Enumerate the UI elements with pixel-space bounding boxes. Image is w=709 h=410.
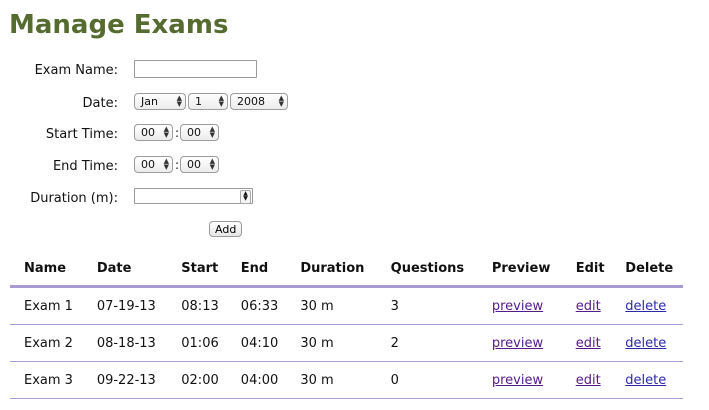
edit-link[interactable]: edit xyxy=(576,373,601,388)
spinner-arrows-icon[interactable]: ▲ ▼ xyxy=(240,190,251,204)
exam-name-label: Exam Name: xyxy=(34,63,118,78)
column-header: Start xyxy=(167,252,227,288)
date-day-select[interactable]: 1 ▲ ▼ xyxy=(188,93,228,110)
updown-arrows-icon: ▲ ▼ xyxy=(176,94,182,108)
exam-start-cell: 08:13 xyxy=(167,286,227,325)
column-header: Name xyxy=(10,252,83,288)
exams-table: Name Date Start End Duration Questions P… xyxy=(10,252,683,399)
date-row: Date: Jan ▲ ▼ 1 ▲ ▼ 2008 ▲ ▼ xyxy=(0,93,709,115)
add-button[interactable]: Add xyxy=(209,221,243,237)
delete-link[interactable]: delete xyxy=(625,299,666,314)
exam-name-row: Exam Name: xyxy=(0,60,709,82)
end-hour-select[interactable]: 00 ▲ ▼ xyxy=(134,156,173,173)
column-header: Date xyxy=(82,252,168,288)
table-header-row: Name Date Start End Duration Questions P… xyxy=(10,252,683,288)
time-separator: : xyxy=(175,125,180,140)
exam-name-cell: Exam 3 xyxy=(10,361,83,399)
exam-date-cell: 08-18-13 xyxy=(82,324,168,362)
exam-end-cell: 04:00 xyxy=(226,361,287,399)
column-header: Duration xyxy=(286,252,377,288)
edit-link[interactable]: edit xyxy=(576,299,601,314)
exam-duration-cell: 30 m xyxy=(286,361,377,399)
preview-link[interactable]: preview xyxy=(492,373,543,388)
delete-link[interactable]: delete xyxy=(625,373,666,388)
date-month-value: Jan xyxy=(141,95,158,108)
exam-date-cell: 09-22-13 xyxy=(82,361,168,399)
column-header: Preview xyxy=(477,252,562,288)
duration-input[interactable]: ▲ ▼ xyxy=(134,188,253,204)
date-day-value: 1 xyxy=(195,95,202,108)
date-year-value: 2008 xyxy=(237,95,265,108)
end-time-row: End Time: 00 ▲ ▼ : 00 ▲ ▼ xyxy=(0,156,709,178)
date-label: Date: xyxy=(82,96,118,111)
exam-end-cell: 06:33 xyxy=(226,286,287,325)
exam-end-cell: 04:10 xyxy=(226,324,287,362)
delete-link[interactable]: delete xyxy=(625,336,666,351)
date-month-select[interactable]: Jan ▲ ▼ xyxy=(134,93,186,110)
exam-date-cell: 07-19-13 xyxy=(82,286,168,325)
exam-questions-cell: 3 xyxy=(376,286,478,325)
table-row: Exam 3 09-22-13 02:00 04:00 30 m 0 previ… xyxy=(10,361,683,399)
duration-row: Duration (m): ▲ ▼ xyxy=(0,188,709,210)
column-header: End xyxy=(226,252,287,288)
preview-link[interactable]: preview xyxy=(492,336,543,351)
column-header: Questions xyxy=(376,252,478,288)
updown-arrows-icon: ▲ ▼ xyxy=(278,94,284,108)
end-hour-value: 00 xyxy=(141,158,155,171)
exam-questions-cell: 0 xyxy=(376,361,478,399)
page-title: Manage Exams xyxy=(9,10,229,40)
start-hour-value: 00 xyxy=(141,126,155,139)
exam-duration-cell: 30 m xyxy=(286,324,377,362)
end-minute-select[interactable]: 00 ▲ ▼ xyxy=(180,156,220,173)
updown-arrows-icon: ▲ ▼ xyxy=(218,94,224,108)
start-minute-value: 00 xyxy=(187,126,202,139)
exam-start-cell: 02:00 xyxy=(167,361,227,399)
date-year-select[interactable]: 2008 ▲ ▼ xyxy=(230,93,288,110)
start-minute-select[interactable]: 00 ▲ ▼ xyxy=(180,124,220,141)
column-header: Edit xyxy=(561,252,612,288)
exam-start-cell: 01:06 xyxy=(167,324,227,362)
time-separator: : xyxy=(175,157,180,172)
start-time-row: Start Time: 00 ▲ ▼ : 00 ▲ ▼ xyxy=(0,124,709,146)
exam-duration-cell: 30 m xyxy=(286,286,377,325)
table-row: Exam 2 08-18-13 01:06 04:10 30 m 2 previ… xyxy=(10,324,683,362)
updown-arrows-icon: ▲ ▼ xyxy=(209,157,216,171)
end-time-label: End Time: xyxy=(52,159,118,174)
start-time-label: Start Time: xyxy=(45,127,118,142)
updown-arrows-icon: ▲ ▼ xyxy=(209,125,216,139)
preview-link[interactable]: preview xyxy=(492,299,543,314)
column-header: Delete xyxy=(611,252,683,288)
updown-arrows-icon: ▲ ▼ xyxy=(163,157,169,171)
exam-name-cell: Exam 1 xyxy=(10,286,83,325)
exam-name-cell: Exam 2 xyxy=(10,324,83,362)
duration-label: Duration (m): xyxy=(30,191,118,206)
exam-name-input[interactable] xyxy=(134,60,257,78)
table-row: Exam 1 07-19-13 08:13 06:33 30 m 3 previ… xyxy=(10,286,683,325)
end-minute-value: 00 xyxy=(187,158,202,171)
updown-arrows-icon: ▲ ▼ xyxy=(163,125,169,139)
edit-link[interactable]: edit xyxy=(576,336,601,351)
start-hour-select[interactable]: 00 ▲ ▼ xyxy=(134,124,173,141)
exam-questions-cell: 2 xyxy=(376,324,478,362)
